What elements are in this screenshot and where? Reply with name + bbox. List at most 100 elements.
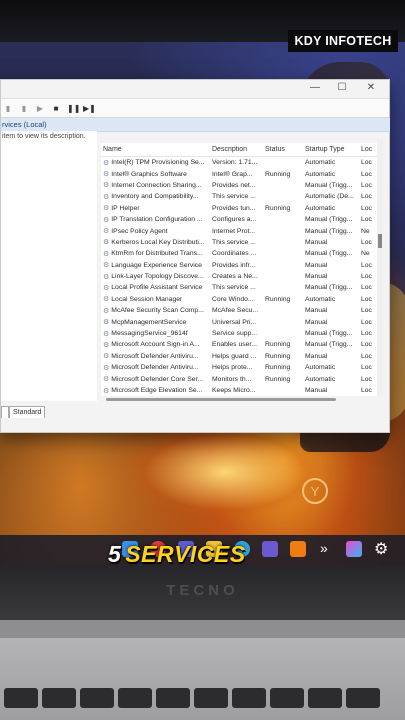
settings-gear-icon[interactable]: ⚙ (374, 539, 388, 559)
service-name: ⚙ MessagingService_9614f (101, 330, 212, 338)
key (270, 688, 304, 708)
service-description: Service supp... (212, 330, 257, 338)
table-row[interactable]: ⚙ McAfee Security Scan Comp... McAfee Secu… (101, 305, 383, 316)
service-description: Helps prote... (212, 364, 253, 372)
service-name: ⚙ Intel® Graphics Software (101, 170, 212, 179)
service-description: Core Windo... (212, 295, 254, 303)
table-row[interactable]: ⚙ IP Translation Configuration ... Configu… (101, 214, 383, 225)
service-description: Provides infr... (212, 261, 256, 269)
services-window[interactable]: — ☐ ✕ ▮ ▮ ▶ ■ ❚❚ ▶❚ rvices (Local) item … (0, 79, 390, 433)
vertical-scrollbar[interactable] (377, 138, 383, 396)
table-row[interactable]: ⚙ Intel(R) TPM Provisioning Se... Version:… (101, 157, 383, 168)
console-tree-icon[interactable]: ▮ (3, 104, 13, 113)
table-row[interactable]: ⚙ Inventory and Compatibility... This serv… (101, 191, 383, 202)
column-header-startup-type[interactable]: Startup Type (305, 146, 361, 153)
service-startup-type: Automatic (305, 364, 336, 372)
table-row[interactable]: ⚙ Language Experience Service Provides inf… (101, 260, 383, 271)
service-startup-type: Manual (Trigg... (305, 341, 353, 349)
service-name-text: McpManagementService (111, 318, 187, 326)
service-description: Provides net... (212, 181, 256, 189)
column-header-description[interactable]: Description (212, 146, 265, 153)
play-icon[interactable]: ▶ (35, 104, 45, 113)
table-row[interactable]: ⚙ Microsoft Defender Antiviru... Helps gua… (101, 351, 383, 362)
service-gear-icon: ⚙ (103, 273, 110, 281)
services-list[interactable]: Name Description Status Startup Type Loc… (101, 143, 383, 396)
table-row[interactable]: ⚙ Microsoft Edge Elevation Se... Keeps Mic… (101, 385, 383, 396)
service-startup-type: Manual (305, 387, 328, 394)
service-startup-type: Manual (305, 318, 328, 326)
tab-extended[interactable] (1, 406, 9, 418)
service-description: Internet Prot... (212, 227, 256, 235)
service-name-text: Local Session Manager (111, 295, 183, 303)
service-name: ⚙ Local Profile Assistant Service (101, 284, 212, 292)
horizontal-scrollbar[interactable] (106, 398, 336, 401)
table-row[interactable]: ⚙ Local Session Manager Core Windo... Runni… (101, 294, 383, 305)
description-pane: item to view its description. (1, 131, 97, 401)
table-row[interactable]: ⚙ Kerberos Local Key Distributi... This se… (101, 237, 383, 248)
table-row[interactable]: ⚙ Microsoft Defender Antiviru... Helps pro… (101, 362, 383, 373)
title-bar[interactable]: — ☐ ✕ (1, 80, 389, 98)
restart-icon[interactable]: ▶❚ (83, 104, 96, 113)
table-row[interactable]: ⚙ McpManagementService Universal Pri... Man… (101, 316, 383, 327)
service-gear-icon: ⚙ (103, 284, 110, 292)
key (156, 688, 190, 708)
caption-number: 5 (108, 541, 122, 567)
game-emblem-icon: Y (302, 478, 328, 504)
key (232, 688, 266, 708)
teams-icon[interactable] (262, 541, 278, 557)
service-description: Creates a Ne... (212, 273, 258, 281)
scrollbar-thumb[interactable] (378, 234, 382, 248)
table-row[interactable]: ⚙ Microsoft Account Sign-in A... Enables u… (101, 339, 383, 350)
service-gear-icon: ⚙ (103, 159, 110, 167)
service-description: This service ... (212, 284, 256, 292)
service-description: Coordinates ... (212, 250, 257, 258)
service-name: ⚙ IPsec Policy Agent (101, 227, 212, 236)
service-startup-type: Automatic (305, 295, 336, 303)
table-row[interactable]: ⚙ Local Profile Assistant Service This ser… (101, 282, 383, 293)
service-name: ⚙ IP Translation Configuration ... (101, 216, 212, 224)
overflow-chevron-icon[interactable]: » (320, 540, 328, 556)
watermark-badge: KDY INFOTECH (288, 30, 398, 52)
view-tabs: Standard (1, 406, 46, 418)
laptop-hinge (0, 620, 405, 638)
service-gear-icon: ⚙ (103, 341, 110, 349)
service-startup-type: Automatic (De... (305, 193, 354, 201)
table-row[interactable]: ⚙ Link-Layer Topology Discove... Creates a… (101, 271, 383, 282)
service-gear-icon: ⚙ (103, 376, 110, 384)
service-startup-type: Manual (305, 273, 328, 281)
table-row[interactable]: ⚙ IP Helper Provides tun... Running Automati… (101, 203, 383, 214)
key (118, 688, 152, 708)
column-header-name[interactable]: Name (101, 146, 212, 153)
pause-icon[interactable]: ❚❚ (67, 104, 80, 113)
service-name: ⚙ IP Helper (101, 204, 212, 213)
service-name-text: Microsoft Defender Core Ser... (111, 375, 204, 383)
table-row[interactable]: ⚙ Microsoft Defender Core Ser... Monitors … (101, 373, 383, 384)
tab-standard[interactable]: Standard (9, 406, 46, 418)
service-name-text: Language Experience Service (111, 261, 202, 269)
table-row[interactable]: ⚙ IPsec Policy Agent Internet Prot... Manua… (101, 225, 383, 236)
maximize-button[interactable]: ☐ (334, 82, 350, 93)
table-row[interactable]: ⚙ KtmRm for Distributed Trans... Coordinat… (101, 248, 383, 259)
column-header-status[interactable]: Status (265, 146, 305, 153)
list-header: Name Description Status Startup Type Loc (101, 143, 383, 157)
photos-icon[interactable] (346, 541, 362, 557)
service-startup-type: Manual (305, 352, 328, 360)
service-name: ⚙ Local Session Manager (101, 295, 212, 304)
service-name: ⚙ Inventory and Compatibility... (101, 193, 212, 201)
service-startup-type: Manual (305, 261, 328, 269)
stop-icon[interactable]: ■ (51, 104, 61, 113)
service-name-text: Local Profile Assistant Service (111, 284, 203, 292)
service-description: Monitors th... (212, 375, 252, 383)
keyboard-row (0, 688, 405, 710)
close-button[interactable]: ✕ (363, 82, 379, 93)
vlc-icon[interactable] (290, 541, 306, 557)
service-gear-icon: ⚙ (103, 228, 110, 236)
table-row[interactable]: ⚙ Internet Connection Sharing... Provides … (101, 180, 383, 191)
table-row[interactable]: ⚙ MessagingService_9614f Service supp... Ma… (101, 328, 383, 339)
service-startup-type: Manual (Trigg... (305, 330, 353, 338)
service-gear-icon: ⚙ (103, 353, 110, 361)
table-row[interactable]: ⚙ Intel® Graphics Software Intel® Grap... R… (101, 168, 383, 179)
minimize-button[interactable]: — (307, 82, 323, 93)
help-icon[interactable]: ▮ (19, 104, 29, 113)
service-name: ⚙ KtmRm for Distributed Trans... (101, 250, 212, 258)
